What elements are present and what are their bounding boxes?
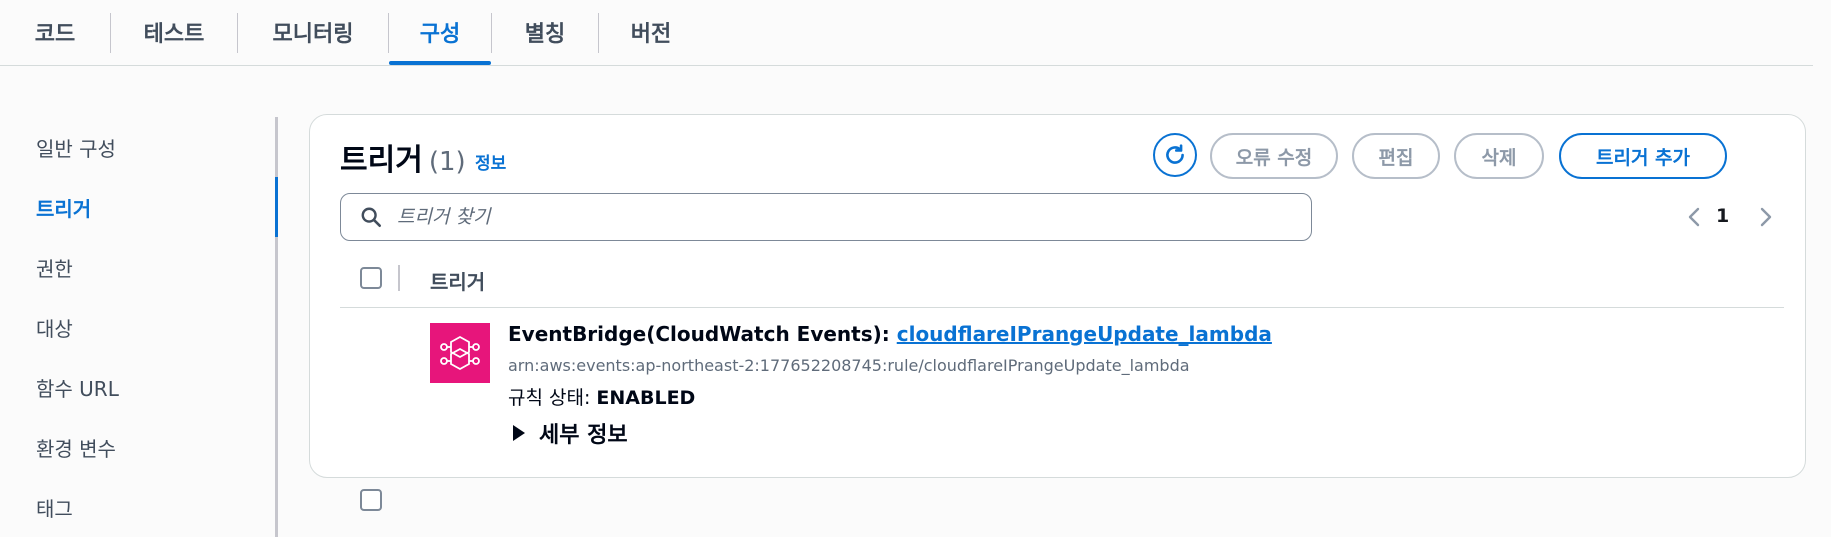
panel-title-text: 트리거 bbox=[340, 143, 423, 178]
current-page-number[interactable]: 1 bbox=[1716, 205, 1729, 227]
refresh-button[interactable] bbox=[1153, 133, 1197, 177]
select-all-checkbox[interactable] bbox=[360, 267, 382, 289]
chevron-right-icon bbox=[1760, 207, 1772, 227]
top-tabs: 코드 테스트 모니터링 구성 별칭 버전 bbox=[0, 0, 1813, 66]
panel-title: 트리거 (1) bbox=[340, 135, 466, 179]
triggers-panel: 트리거(1) 정보 오류 수정 편집 삭제 트리거 추가 1 트리거 bbox=[309, 114, 1806, 511]
tab-configuration[interactable]: 구성 bbox=[389, 0, 491, 65]
rule-name-link[interactable]: cloudflareIPrangeUpdate_lambda bbox=[897, 322, 1272, 346]
trigger-source: EventBridge(CloudWatch Events): cloudfla… bbox=[508, 322, 1272, 346]
sidenav-active-indicator bbox=[275, 177, 278, 237]
tab-aliases[interactable]: 별칭 bbox=[492, 0, 598, 64]
previous-page-button[interactable] bbox=[1684, 203, 1704, 231]
sidebar-item-tags[interactable]: 태그 bbox=[36, 493, 73, 522]
info-link[interactable]: 정보 bbox=[475, 149, 506, 174]
edit-button[interactable]: 편집 bbox=[1352, 133, 1440, 179]
column-divider bbox=[398, 265, 400, 291]
details-expander[interactable]: 세부 정보 bbox=[513, 417, 628, 449]
column-header-trigger: 트리거 bbox=[430, 270, 486, 294]
chevron-left-icon bbox=[1688, 207, 1700, 227]
trigger-arn: arn:aws:events:ap-northeast-2:1776522087… bbox=[508, 356, 1190, 375]
rule-state: 규칙 상태: ENABLED bbox=[508, 383, 695, 410]
next-page-button[interactable] bbox=[1756, 203, 1776, 231]
refresh-icon bbox=[1166, 144, 1184, 164]
tab-monitoring[interactable]: 모니터링 bbox=[238, 0, 388, 64]
search-icon bbox=[357, 203, 385, 231]
row-checkbox[interactable] bbox=[360, 489, 382, 511]
sidebar-item-destinations[interactable]: 대상 bbox=[36, 313, 73, 342]
sidebar-item-triggers[interactable]: 트리거 bbox=[36, 193, 91, 222]
add-trigger-button[interactable]: 트리거 추가 bbox=[1559, 133, 1727, 179]
eventbridge-icon bbox=[430, 323, 490, 383]
search-box[interactable] bbox=[340, 193, 1312, 241]
sidebar-item-environment-variables[interactable]: 환경 변수 bbox=[36, 433, 116, 462]
trigger-count: (1) bbox=[428, 147, 466, 177]
sidebar-item-function-url[interactable]: 함수 URL bbox=[36, 373, 119, 402]
delete-button[interactable]: 삭제 bbox=[1454, 133, 1544, 179]
rule-state-label: 규칙 상태: bbox=[508, 387, 597, 409]
rule-state-value: ENABLED bbox=[596, 387, 696, 409]
search-input[interactable] bbox=[395, 205, 1279, 229]
tab-versions[interactable]: 버전 bbox=[599, 0, 703, 64]
sidebar-item-general-configuration[interactable]: 일반 구성 bbox=[36, 133, 116, 162]
tab-test[interactable]: 테스트 bbox=[111, 0, 237, 64]
fix-errors-button[interactable]: 오류 수정 bbox=[1210, 133, 1338, 179]
caret-right-icon bbox=[513, 425, 525, 441]
sidebar-item-permissions[interactable]: 권한 bbox=[36, 253, 73, 282]
tab-code[interactable]: 코드 bbox=[0, 0, 110, 64]
trigger-source-prefix: EventBridge(CloudWatch Events): bbox=[508, 322, 897, 346]
details-label: 세부 정보 bbox=[539, 423, 628, 448]
